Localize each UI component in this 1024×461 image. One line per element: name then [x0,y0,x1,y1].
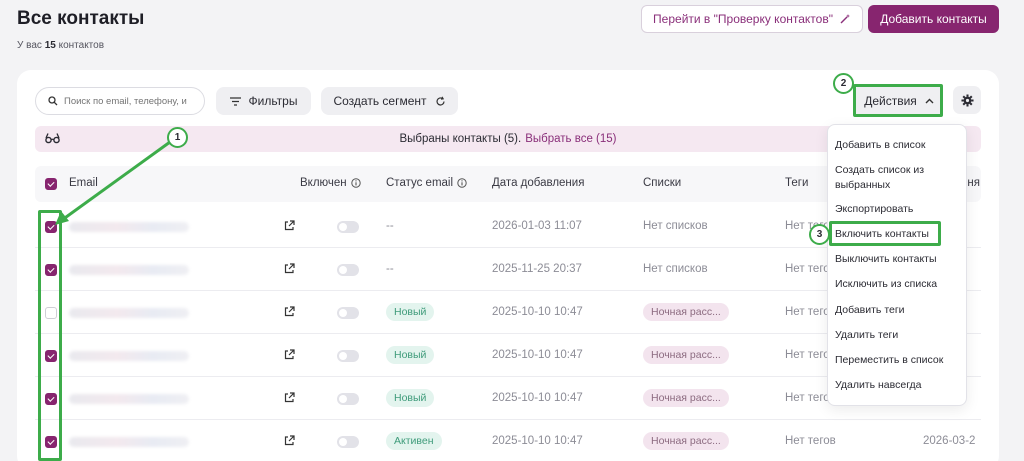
annotation-arrow [55,140,171,225]
step-1-marker: 1 [167,127,188,148]
step-2-marker: 2 [833,73,854,94]
step-3-marker: 3 [809,224,830,245]
